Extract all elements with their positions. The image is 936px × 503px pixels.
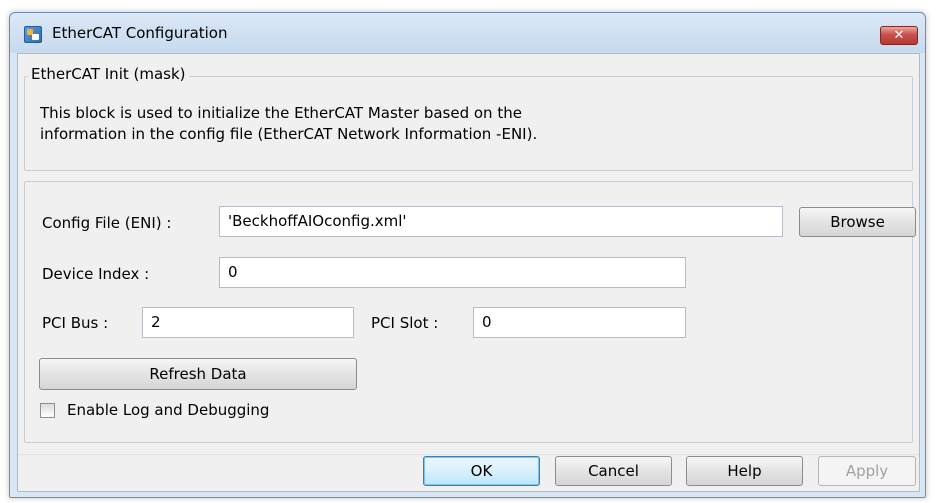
pci-bus-input[interactable]: 2 [142, 307, 354, 338]
description-line-2: information in the config file (EtherCAT… [40, 125, 538, 143]
enable-log-label[interactable]: Enable Log and Debugging [67, 401, 269, 419]
close-button[interactable]: ✕ [880, 26, 918, 45]
device-index-label: Device Index : [42, 265, 150, 283]
enable-log-checkbox[interactable] [40, 403, 55, 418]
cancel-button[interactable]: Cancel [555, 456, 672, 486]
title-bar[interactable]: EtherCAT Configuration ✕ [10, 13, 925, 53]
ok-button[interactable]: OK [423, 456, 540, 486]
mask-group-label: EtherCAT Init (mask) [28, 65, 189, 83]
footer-separator [18, 454, 919, 455]
dialog-window: EtherCAT Configuration ✕ EtherCAT Init (… [9, 12, 926, 498]
refresh-data-button[interactable]: Refresh Data [39, 358, 357, 390]
help-button[interactable]: Help [686, 456, 803, 486]
config-file-label: Config File (ENI) : [42, 214, 172, 232]
close-icon: ✕ [893, 28, 905, 43]
device-index-input[interactable]: 0 [219, 257, 686, 288]
dialog-body: EtherCAT Init (mask) This block is used … [17, 53, 920, 492]
apply-button[interactable]: Apply [818, 456, 916, 486]
pci-bus-label: PCI Bus : [42, 314, 109, 332]
pci-slot-label: PCI Slot : [371, 314, 439, 332]
config-file-input[interactable]: 'BeckhoffAIOconfig.xml' [219, 206, 783, 237]
simulink-app-icon [24, 26, 42, 43]
mask-description: This block is used to initialize the Eth… [40, 103, 900, 145]
pci-slot-input[interactable]: 0 [473, 307, 686, 338]
description-line-1: This block is used to initialize the Eth… [40, 104, 522, 122]
browse-button[interactable]: Browse [799, 207, 916, 237]
window-title: EtherCAT Configuration [52, 24, 228, 42]
